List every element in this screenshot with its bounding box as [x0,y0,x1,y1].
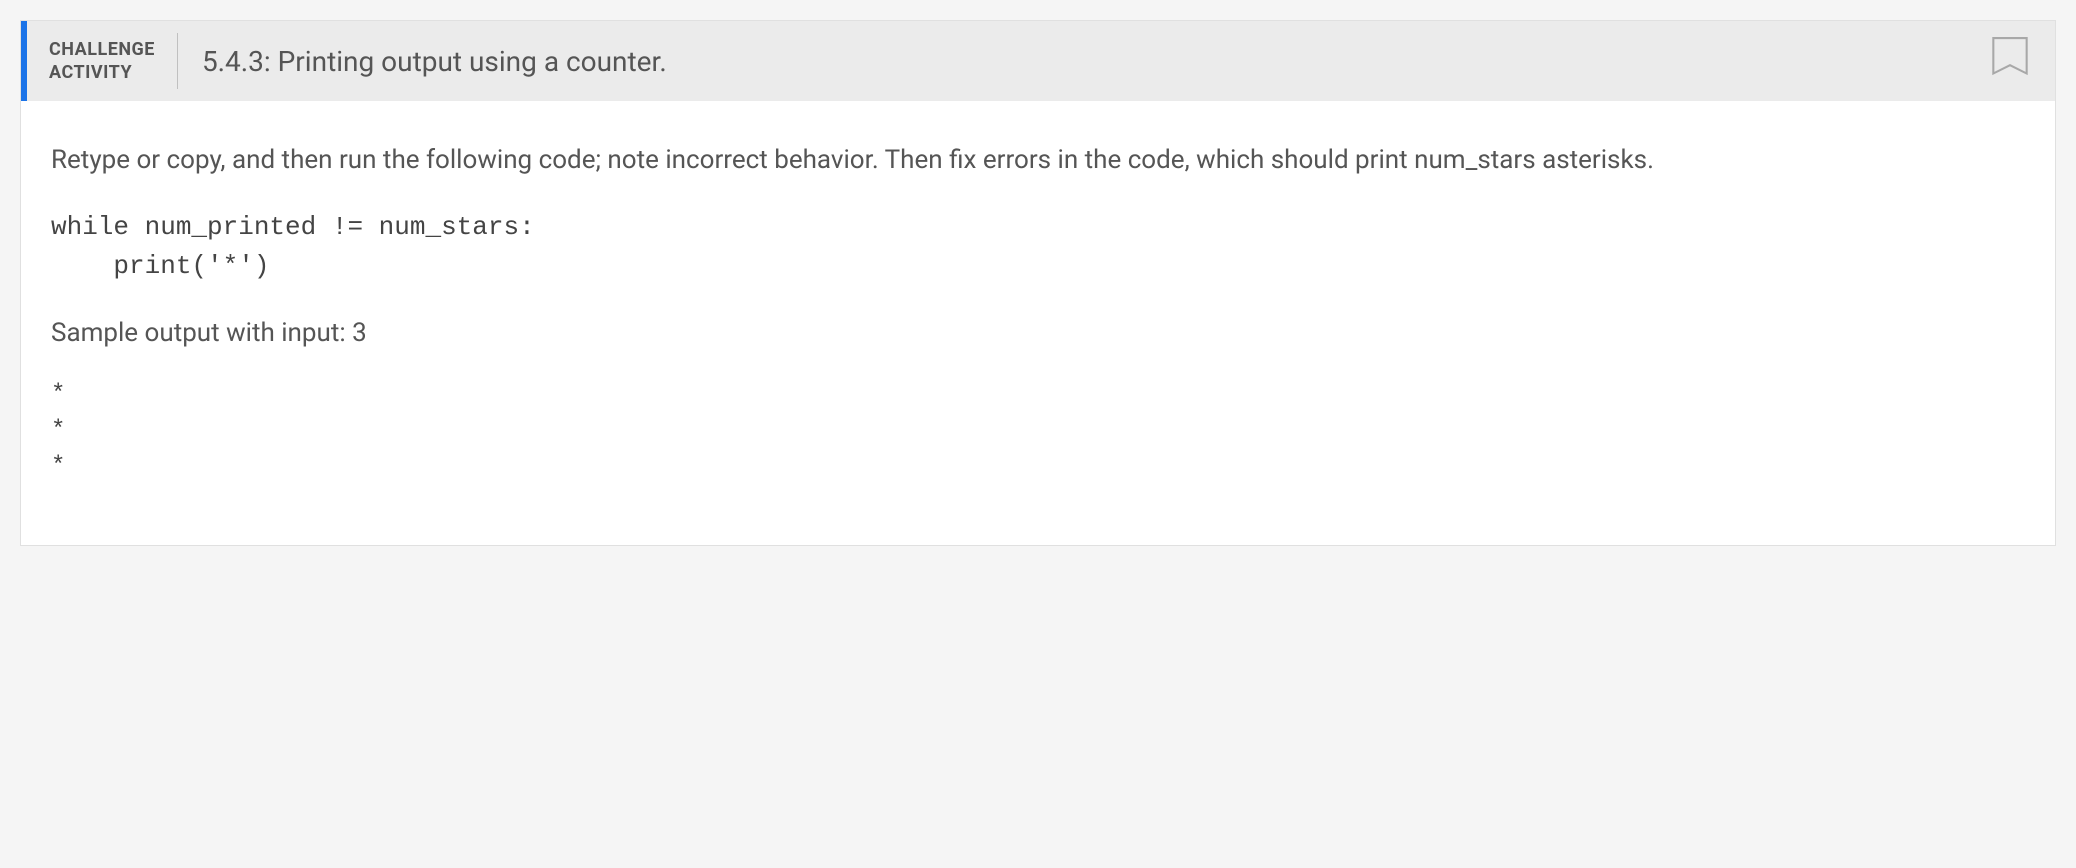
header-bar: CHALLENGE ACTIVITY 5.4.3: Printing outpu… [21,21,2055,101]
challenge-label-line2: ACTIVITY [49,61,155,84]
sample-output: * * * [51,377,2025,485]
content-area: Retype or copy, and then run the followi… [21,101,2055,545]
sample-output-label: Sample output with input: 3 [51,314,2025,353]
bookmark-button[interactable] [1965,21,2055,101]
activity-title: 5.4.3: Printing output using a counter. [178,21,1965,101]
challenge-panel: CHALLENGE ACTIVITY 5.4.3: Printing outpu… [20,20,2056,546]
bookmark-icon [1989,36,2031,86]
challenge-label: CHALLENGE ACTIVITY [27,21,177,101]
instructions-text: Retype or copy, and then run the followi… [51,141,2025,180]
code-block: while num_printed != num_stars: print('*… [51,208,2025,286]
challenge-label-line1: CHALLENGE [49,38,155,61]
